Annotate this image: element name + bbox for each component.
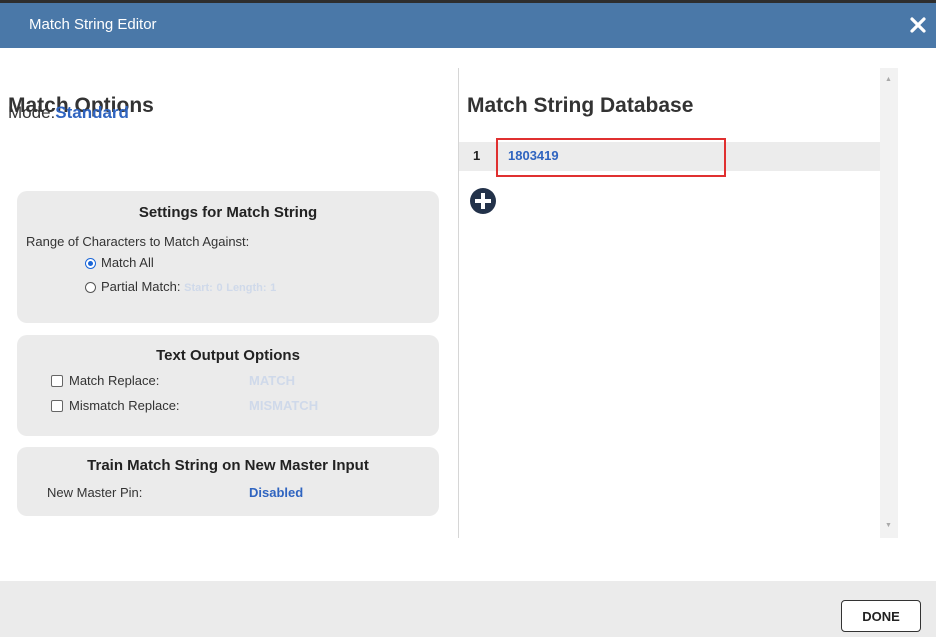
train-panel: Train Match String on New Master Input N… [17, 447, 439, 516]
settings-panel: Settings for Match String Range of Chara… [17, 191, 439, 323]
dialog-title: Match String Editor [29, 16, 157, 33]
scroll-up-icon[interactable]: ▲ [885, 76, 892, 83]
match-replace-label: Match Replace: [69, 373, 160, 388]
text-output-panel: Text Output Options Match Replace: MATCH… [17, 335, 439, 436]
partial-match-radio[interactable] [85, 282, 96, 293]
mode-label: Mode: [8, 103, 56, 122]
match-replace-value[interactable]: MATCH [249, 373, 295, 388]
mismatch-replace-checkbox[interactable] [51, 400, 63, 412]
match-all-radio[interactable] [85, 258, 96, 269]
match-all-label[interactable]: Match All [101, 255, 154, 270]
mode-value[interactable]: Standard [55, 103, 129, 122]
dialog-footer [0, 581, 936, 637]
mismatch-replace-label: Mismatch Replace: [69, 398, 180, 413]
mismatch-replace-value[interactable]: MISMATCH [249, 398, 318, 413]
start-label: Start: [184, 282, 213, 294]
start-value[interactable]: 0 [216, 282, 222, 294]
done-button[interactable]: DONE [841, 600, 921, 632]
scroll-down-icon[interactable]: ▼ [885, 522, 892, 529]
mode-display: Mode:Standard [8, 103, 129, 123]
highlight-box [496, 138, 726, 177]
dialog-titlebar: Match String Editor [0, 0, 936, 48]
row-index: 1 [473, 148, 481, 163]
new-master-pin-value[interactable]: Disabled [249, 485, 303, 500]
text-output-heading: Text Output Options [156, 347, 300, 364]
database-heading: Match String Database [467, 94, 694, 117]
train-heading: Train Match String on New Master Input [87, 457, 369, 474]
length-label: Length: [226, 282, 267, 294]
scrollbar[interactable]: ▲ ▼ [880, 68, 898, 538]
add-match-string-button[interactable] [470, 188, 496, 214]
match-replace-checkbox[interactable] [51, 375, 63, 387]
close-icon[interactable] [906, 12, 930, 38]
column-divider [458, 68, 459, 538]
partial-match-text: Partial Match: Start: 0 Length: 1 [101, 279, 276, 294]
range-label: Range of Characters to Match Against: [26, 234, 250, 249]
settings-heading: Settings for Match String [138, 204, 318, 221]
new-master-pin-label: New Master Pin: [47, 485, 143, 500]
length-value[interactable]: 1 [270, 282, 276, 294]
partial-match-label[interactable]: Partial Match: [101, 279, 180, 294]
